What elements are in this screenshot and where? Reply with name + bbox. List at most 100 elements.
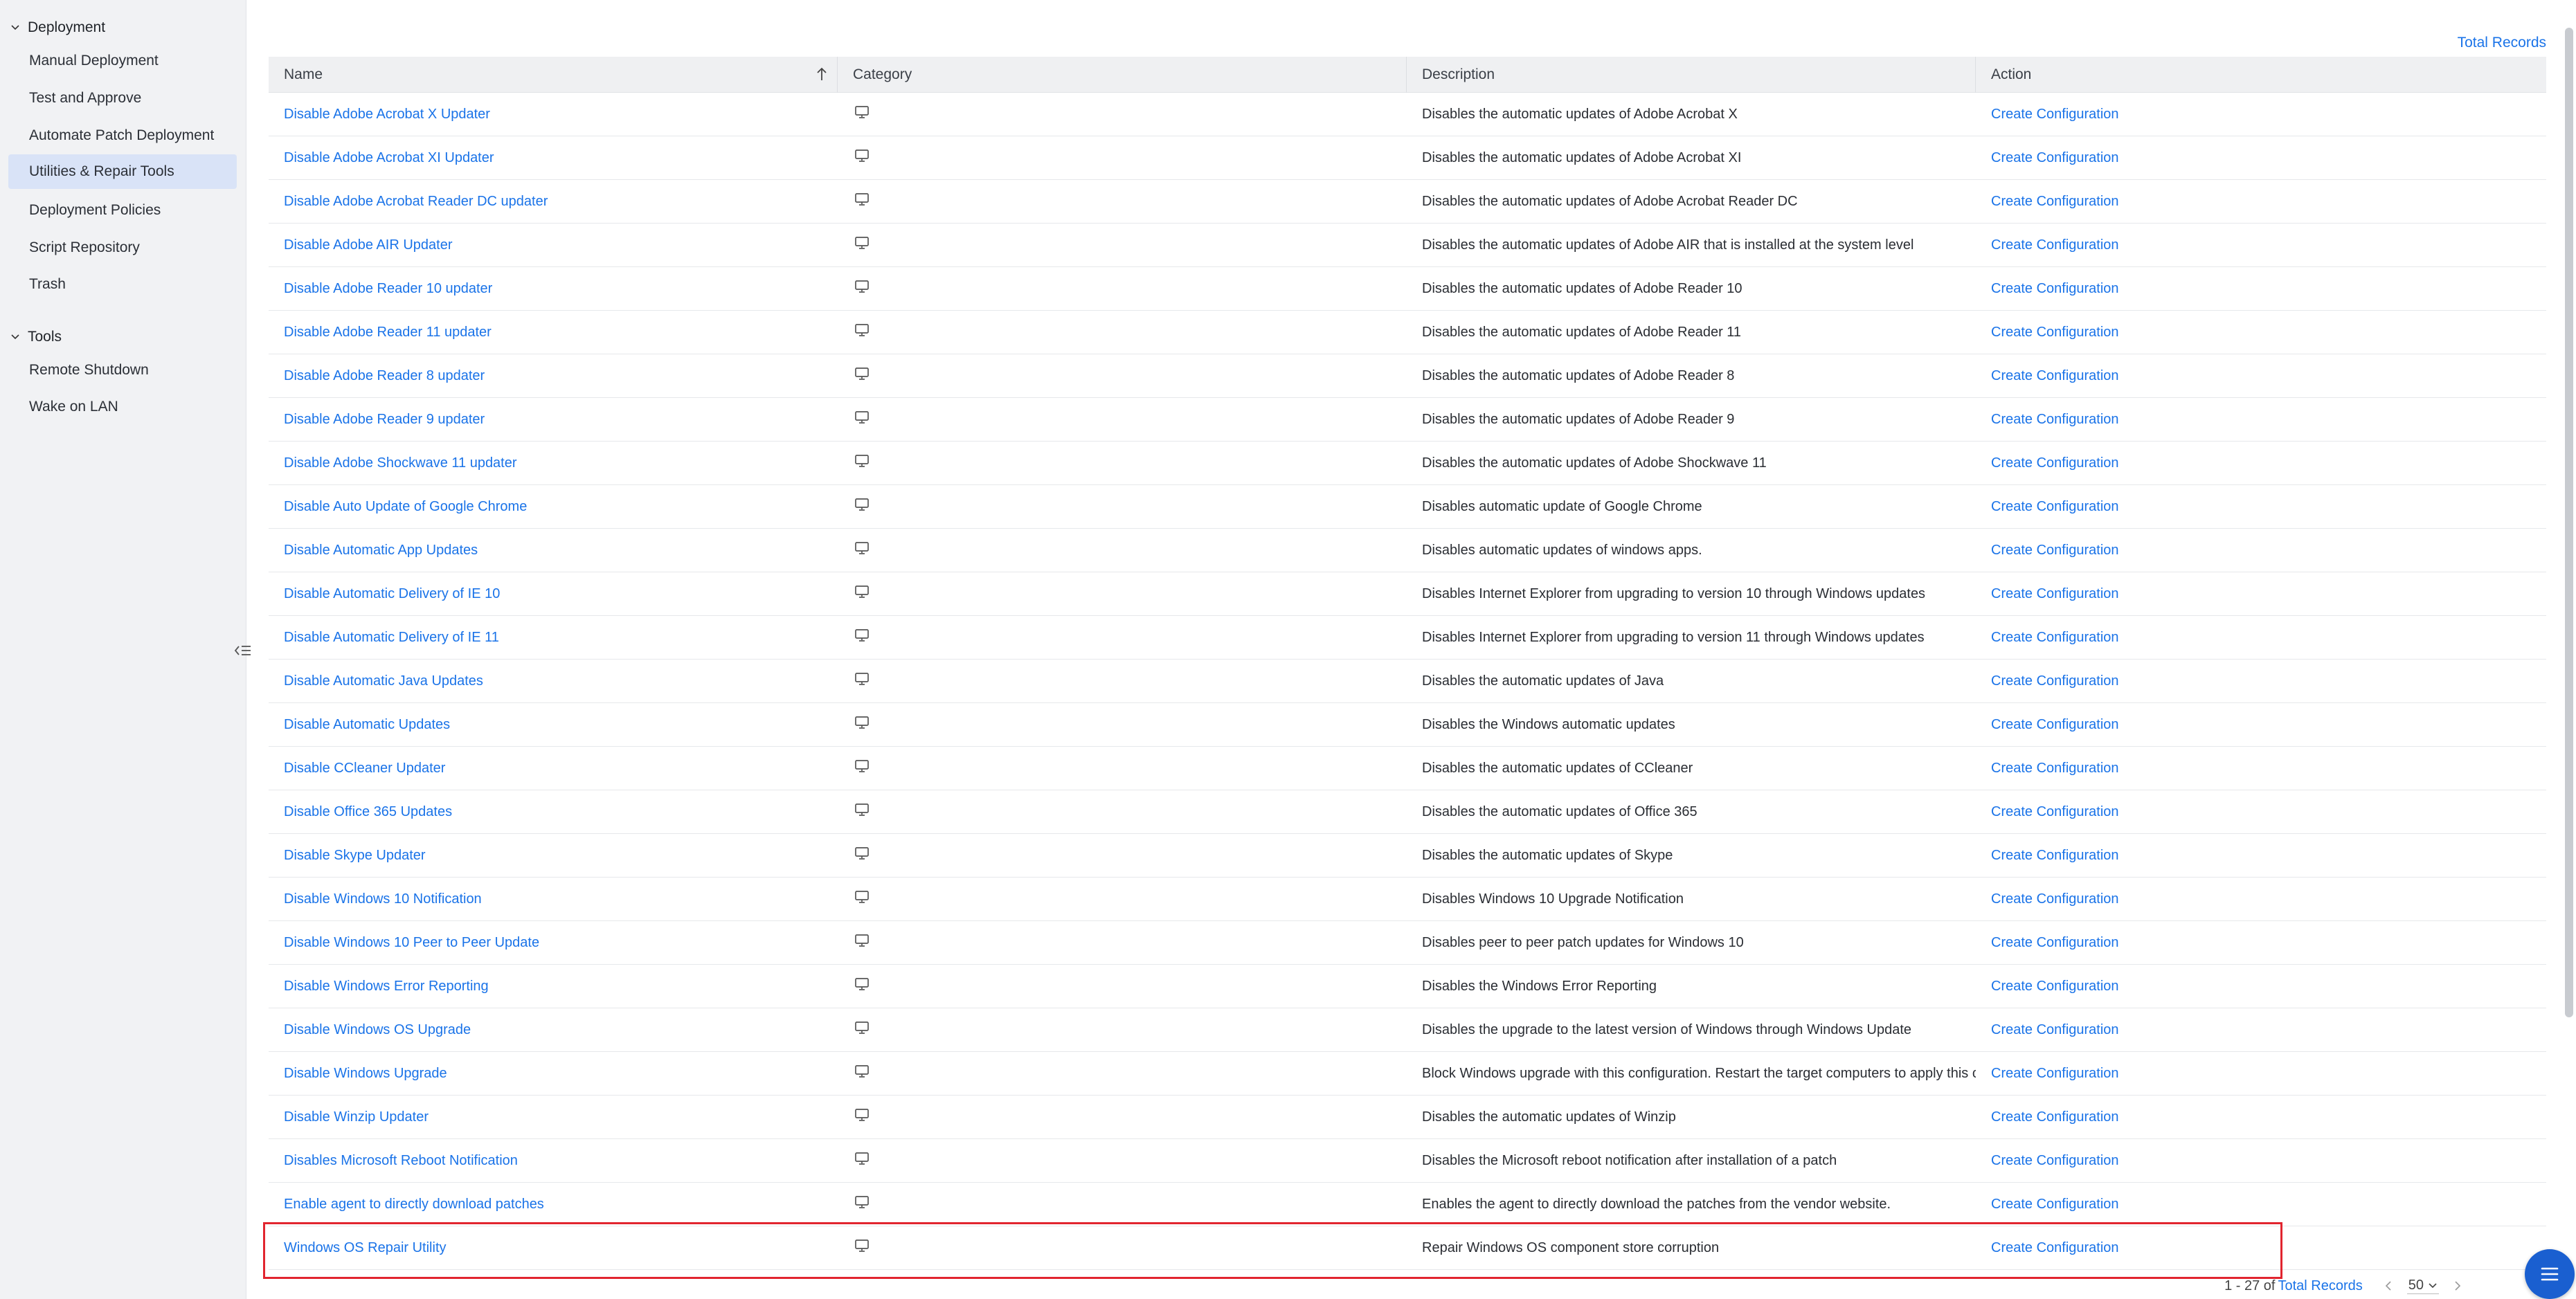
configuration-name-link[interactable]: Disable Office 365 Updates: [284, 804, 452, 820]
create-configuration-link[interactable]: Create Configuration: [1991, 586, 2119, 602]
configuration-name-link[interactable]: Windows OS Repair Utility: [284, 1240, 447, 1256]
create-configuration-link[interactable]: Create Configuration: [1991, 194, 2119, 210]
vertical-scrollbar[interactable]: [2565, 28, 2573, 1017]
configuration-description: Disables Windows 10 Upgrade Notification: [1422, 891, 1684, 907]
configuration-name-link[interactable]: Enable agent to directly download patche…: [284, 1197, 544, 1212]
create-configuration-link[interactable]: Create Configuration: [1991, 107, 2119, 122]
configuration-name-link[interactable]: Disable Adobe Reader 11 updater: [284, 325, 492, 340]
create-configuration-link[interactable]: Create Configuration: [1991, 1022, 2119, 1038]
create-configuration-link[interactable]: Create Configuration: [1991, 499, 2119, 515]
section-tools[interactable]: Tools: [8, 329, 62, 345]
create-configuration-link[interactable]: Create Configuration: [1991, 1197, 2119, 1212]
total-records-link[interactable]: Total Records: [2278, 1278, 2362, 1294]
sidebar: Deployment Manual Deployment Test and Ap…: [0, 0, 246, 1299]
create-configuration-link[interactable]: Create Configuration: [1991, 368, 2119, 384]
configuration-description: Disables the automatic updates of Java: [1422, 673, 1664, 689]
create-configuration-link[interactable]: Create Configuration: [1991, 804, 2119, 820]
configuration-description: Disables the automatic updates of CClean…: [1422, 760, 1693, 776]
chevron-left-icon[interactable]: [2381, 1278, 2396, 1293]
configuration-name-link[interactable]: Disable Windows Error Reporting: [284, 979, 489, 994]
create-configuration-link[interactable]: Create Configuration: [1991, 1153, 2119, 1169]
create-configuration-link[interactable]: Create Configuration: [1991, 237, 2119, 253]
configuration-name-link[interactable]: Disable Windows Upgrade: [284, 1066, 447, 1082]
configuration-name-link[interactable]: Disable Adobe Acrobat Reader DC updater: [284, 194, 548, 210]
configuration-name-link[interactable]: Disable Winzip Updater: [284, 1109, 429, 1125]
configuration-name-link[interactable]: Disable Adobe Reader 9 updater: [284, 412, 485, 428]
create-configuration-link[interactable]: Create Configuration: [1991, 848, 2119, 864]
section-tools-label: Tools: [28, 329, 62, 345]
sidebar-item-wake-on-lan[interactable]: Wake on LAN: [8, 390, 237, 424]
sidebar-item-remote-shutdown[interactable]: Remote Shutdown: [8, 353, 237, 388]
configuration-description: Disables the automatic updates of Adobe …: [1422, 411, 1735, 427]
create-configuration-link[interactable]: Create Configuration: [1991, 673, 2119, 689]
configuration-name-link[interactable]: Disable Windows 10 Peer to Peer Update: [284, 935, 539, 951]
create-configuration-link[interactable]: Create Configuration: [1991, 1066, 2119, 1082]
column-header-label: Category: [853, 66, 912, 82]
section-deployment[interactable]: Deployment: [8, 19, 105, 36]
configuration-name-link[interactable]: Disables Microsoft Reboot Notification: [284, 1153, 518, 1169]
column-header-action[interactable]: Action: [1976, 57, 2546, 93]
table-row: Disable Auto Update of Google Chrome Dis…: [269, 485, 2546, 529]
create-configuration-link[interactable]: Create Configuration: [1991, 150, 2119, 166]
configuration-description: Disables the Windows automatic updates: [1422, 716, 1675, 732]
sidebar-item-manual-deployment[interactable]: Manual Deployment: [8, 44, 237, 78]
create-configuration-link[interactable]: Create Configuration: [1991, 1109, 2119, 1125]
configuration-description: Disables the automatic updates of Adobe …: [1422, 280, 1742, 296]
configuration-description: Disables automatic updates of windows ap…: [1422, 542, 1702, 558]
menu-icon[interactable]: [2525, 1249, 2575, 1299]
configuration-name-link[interactable]: Disable Adobe Reader 8 updater: [284, 368, 485, 384]
configuration-name-link[interactable]: Disable Automatic Java Updates: [284, 673, 483, 689]
configuration-name-link[interactable]: Disable Automatic Updates: [284, 717, 450, 733]
configuration-name-link[interactable]: Disable Windows 10 Notification: [284, 891, 482, 907]
create-configuration-link[interactable]: Create Configuration: [1991, 412, 2119, 428]
create-configuration-link[interactable]: Create Configuration: [1991, 935, 2119, 951]
configuration-name-link[interactable]: Disable Adobe Reader 10 updater: [284, 281, 492, 297]
sidebar-item-automate-patch-deployment[interactable]: Automate Patch Deployment: [8, 118, 237, 153]
create-configuration-link[interactable]: Create Configuration: [1991, 281, 2119, 297]
monitor-icon: [854, 890, 870, 908]
sidebar-item-utilities-repair-tools[interactable]: Utilities & Repair Tools: [8, 154, 237, 189]
create-configuration-link[interactable]: Create Configuration: [1991, 761, 2119, 776]
sidebar-item-trash[interactable]: Trash: [8, 267, 237, 302]
configuration-name-link[interactable]: Disable Auto Update of Google Chrome: [284, 499, 527, 515]
monitor-icon: [854, 716, 870, 734]
create-configuration-link[interactable]: Create Configuration: [1991, 979, 2119, 994]
sidebar-item-script-repository[interactable]: Script Repository: [8, 230, 237, 265]
configuration-name-link[interactable]: Disable Automatic Delivery of IE 10: [284, 586, 500, 602]
column-header-description[interactable]: Description: [1407, 56, 1976, 93]
configuration-description: Disables Internet Explorer from upgradin…: [1422, 629, 1925, 645]
create-configuration-link[interactable]: Create Configuration: [1991, 543, 2119, 558]
create-configuration-link[interactable]: Create Configuration: [1991, 325, 2119, 340]
sidebar-item-label: Manual Deployment: [29, 53, 159, 69]
chevron-right-icon[interactable]: [2450, 1278, 2465, 1293]
table-row: Disable Automatic Delivery of IE 10 Disa…: [269, 572, 2546, 616]
configuration-name-link[interactable]: Disable Automatic Delivery of IE 11: [284, 630, 499, 646]
table-row: Disables Microsoft Reboot Notification D…: [269, 1139, 2546, 1183]
sidebar-item-deployment-policies[interactable]: Deployment Policies: [8, 193, 237, 228]
monitor-icon: [854, 628, 870, 646]
configuration-name-link[interactable]: Disable Adobe AIR Updater: [284, 237, 453, 253]
total-records-link[interactable]: Total Records: [2458, 35, 2546, 51]
configuration-name-link[interactable]: Disable Automatic App Updates: [284, 543, 478, 558]
collapse-sidebar-icon[interactable]: [231, 641, 255, 660]
configuration-description: Disables the automatic updates of Adobe …: [1422, 324, 1742, 340]
configuration-name-link[interactable]: Disable Adobe Acrobat X Updater: [284, 107, 490, 122]
configuration-name-link[interactable]: Disable CCleaner Updater: [284, 761, 445, 776]
configuration-name-link[interactable]: Disable Windows OS Upgrade: [284, 1022, 471, 1038]
monitor-icon: [854, 498, 870, 516]
create-configuration-link[interactable]: Create Configuration: [1991, 1240, 2119, 1256]
page-size-select[interactable]: 50: [2406, 1278, 2439, 1294]
create-configuration-link[interactable]: Create Configuration: [1991, 717, 2119, 733]
configuration-name-link[interactable]: Disable Adobe Acrobat XI Updater: [284, 150, 494, 166]
sidebar-item-test-and-approve[interactable]: Test and Approve: [8, 81, 237, 116]
create-configuration-link[interactable]: Create Configuration: [1991, 455, 2119, 471]
column-header-label: Description: [1422, 66, 1495, 82]
column-header-category[interactable]: Category: [838, 56, 1407, 93]
table-row: Disable Automatic Updates Disables the W…: [269, 703, 2546, 747]
column-header-name[interactable]: Name: [269, 56, 838, 93]
create-configuration-link[interactable]: Create Configuration: [1991, 630, 2119, 646]
configuration-name-link[interactable]: Disable Skype Updater: [284, 848, 426, 864]
sort-ascending-icon[interactable]: [815, 66, 829, 86]
create-configuration-link[interactable]: Create Configuration: [1991, 891, 2119, 907]
configuration-name-link[interactable]: Disable Adobe Shockwave 11 updater: [284, 455, 517, 471]
